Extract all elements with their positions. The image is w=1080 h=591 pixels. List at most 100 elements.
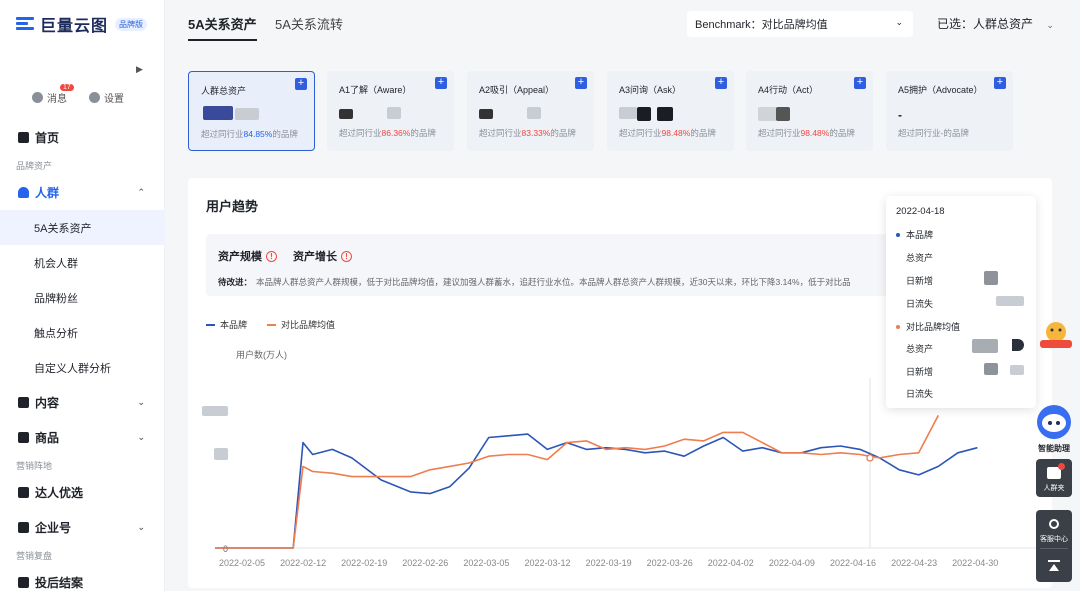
report-icon bbox=[18, 577, 29, 588]
sidebar-item[interactable]: 内容 ⌄ bbox=[0, 385, 165, 420]
sidebar-item-label: 企业号 bbox=[35, 521, 72, 535]
logo-icon bbox=[16, 16, 36, 32]
chevron-down-icon: ⌄ bbox=[895, 17, 903, 27]
side-toolbar: 客服中心 bbox=[1036, 510, 1072, 582]
chevron-down-icon: ⌄ bbox=[137, 432, 145, 442]
add-icon[interactable]: + bbox=[994, 77, 1006, 89]
tooltip-series-benchmark: 对比品牌均值 bbox=[896, 320, 960, 333]
logo-badge: 品牌版 bbox=[115, 17, 148, 31]
x-tick-label: 2022-02-05 bbox=[219, 558, 265, 568]
x-tick-label: 2022-04-23 bbox=[891, 558, 937, 568]
redacted-value bbox=[387, 107, 401, 119]
sidebar-item-label: 投后结案 bbox=[35, 576, 84, 590]
sidebar-item-label: 机会人群 bbox=[34, 257, 78, 270]
metric-card[interactable]: A1了解（Aware） + 超过同行业86.36%的品牌 bbox=[327, 71, 454, 151]
x-tick-label: 2022-03-05 bbox=[463, 558, 509, 568]
nav-group-label: 营销阵地 bbox=[0, 455, 165, 475]
card-value: - bbox=[898, 108, 902, 122]
x-tick-label: 2022-04-09 bbox=[769, 558, 815, 568]
customer-service-button[interactable]: 客服中心 bbox=[1036, 534, 1072, 544]
x-tick-label: 2022-02-19 bbox=[341, 558, 387, 568]
sidebar-item-label: 商品 bbox=[35, 431, 60, 445]
tooltip-series-brand: 本品牌 bbox=[896, 228, 933, 241]
x-tick-label: 2022-04-16 bbox=[830, 558, 876, 568]
metric-card[interactable]: 人群总资产 + 超过同行业84.85%的品牌 bbox=[188, 71, 315, 151]
sidebar-item[interactable]: 机会人群 bbox=[0, 245, 165, 280]
tab-5a-flow[interactable]: 5A关系流转 bbox=[275, 14, 343, 33]
sidebar-item-label: 5A关系资产 bbox=[34, 222, 92, 235]
add-icon[interactable]: + bbox=[854, 77, 866, 89]
x-tick-label: 2022-03-19 bbox=[586, 558, 632, 568]
double-chevron-icon: ⌄ bbox=[1046, 20, 1054, 30]
add-icon[interactable]: + bbox=[715, 77, 727, 89]
redacted-tick bbox=[202, 406, 228, 416]
metric-card[interactable]: A2吸引（Appeal） + 超过同行业83.33%的品牌 bbox=[467, 71, 594, 151]
metric-card[interactable]: A3问询（Ask） + 超过同行业98.48%的品牌 bbox=[607, 71, 734, 151]
sidebar-item[interactable]: 商品 ⌄ bbox=[0, 420, 165, 455]
sidebar-item-label: 内容 bbox=[35, 396, 60, 410]
collapse-sidebar-icon[interactable]: ▶ bbox=[136, 64, 143, 75]
gear-icon bbox=[89, 92, 100, 103]
redacted-value bbox=[527, 107, 541, 119]
messages-button[interactable]: 消息 17 bbox=[32, 84, 74, 105]
tooltip-row-lost: 日流失 bbox=[906, 299, 934, 309]
selected-crowd-dropdown[interactable]: 已选：人群总资产 ⌄ bbox=[937, 15, 1054, 32]
card-desc: 超过同行业-的品牌 bbox=[898, 128, 969, 138]
sidebar-item-label: 人群 bbox=[35, 186, 60, 200]
metric-card[interactable]: A5拥护（Advocate） + - 超过同行业-的品牌 bbox=[886, 71, 1013, 151]
x-tick-label: 2022-02-26 bbox=[402, 558, 448, 568]
series-line-benchmark bbox=[215, 415, 940, 549]
sidebar-item[interactable]: 首页 bbox=[0, 120, 165, 155]
redacted-tick bbox=[214, 448, 228, 460]
metric-card[interactable]: A4行动（Act） + 超过同行业98.48%的品牌 bbox=[746, 71, 873, 151]
sidebar: 巨量云图 品牌版 ▶ 消息 17 设置 首页 品牌资产 人群 ⌃ 5A关系资产 机会人群品… bbox=[0, 0, 165, 591]
benchmark-value: Benchmark：对比品牌均值 bbox=[695, 19, 828, 31]
crowd-pack-label: 人群夹 bbox=[1043, 485, 1065, 492]
sidebar-item[interactable]: 企业号 ⌄ bbox=[0, 510, 165, 545]
series-line-brand bbox=[215, 433, 978, 549]
tooltip-date: 2022-04-18 bbox=[896, 206, 945, 217]
tooltip-row-new: 日新增 bbox=[906, 276, 934, 286]
messages-count-badge: 17 bbox=[60, 84, 74, 91]
y-tick-label: 0 bbox=[223, 544, 228, 554]
redacted-value bbox=[758, 107, 778, 121]
sidebar-item[interactable]: 投后结案 bbox=[0, 565, 165, 591]
sidebar-nav: 首页 品牌资产 人群 ⌃ 5A关系资产 机会人群 品牌粉丝 触点分析 自定义人群分析 内容 ⌄ 商品 ⌄… bbox=[0, 120, 165, 591]
card-desc: 超过同行业84.85%的品牌 bbox=[201, 129, 298, 139]
assistant-label: 智能助理 bbox=[1038, 444, 1070, 453]
card-desc: 超过同行业83.33%的品牌 bbox=[479, 128, 576, 138]
card-desc: 超过同行业98.48%的品牌 bbox=[758, 128, 855, 138]
add-icon[interactable]: + bbox=[575, 77, 587, 89]
activity-mascot-icon[interactable] bbox=[1036, 318, 1076, 350]
tooltip-row-lost-b: 日流失 bbox=[906, 389, 934, 399]
x-tick-label: 2022-02-12 bbox=[280, 558, 326, 568]
home-icon bbox=[18, 132, 29, 143]
crowd-pack-button[interactable]: 人群夹 bbox=[1036, 459, 1072, 497]
sidebar-item[interactable]: 自定义人群分析 bbox=[0, 350, 165, 385]
add-icon[interactable]: + bbox=[435, 77, 447, 89]
sidebar-item-label: 自定义人群分析 bbox=[34, 362, 111, 375]
redacted-value bbox=[479, 109, 493, 119]
card-desc: 超过同行业86.36%的品牌 bbox=[339, 128, 436, 138]
brand-logo[interactable]: 巨量云图 品牌版 bbox=[16, 12, 148, 36]
nav-group-label: 品牌资产 bbox=[0, 155, 165, 175]
smart-assistant-button[interactable]: 智能助理 bbox=[1032, 402, 1076, 454]
sidebar-item[interactable]: 触点分析 bbox=[0, 315, 165, 350]
add-icon[interactable]: + bbox=[295, 78, 307, 90]
sidebar-item[interactable]: 5A关系资产 bbox=[0, 210, 165, 245]
chevron-down-icon: ⌄ bbox=[137, 522, 145, 532]
sidebar-item-label: 触点分析 bbox=[34, 327, 78, 340]
sidebar-item[interactable]: 达人优选 bbox=[0, 475, 165, 510]
sidebar-item[interactable]: 品牌粉丝 bbox=[0, 280, 165, 315]
settings-button[interactable]: 设置 bbox=[89, 90, 124, 105]
hover-marker bbox=[866, 454, 874, 462]
benchmark-select[interactable]: Benchmark：对比品牌均值 ⌄ bbox=[687, 11, 913, 37]
x-tick-label: 2022-03-12 bbox=[524, 558, 570, 568]
tooltip-row-new-b: 日新增 bbox=[906, 367, 934, 377]
sidebar-item-label: 品牌粉丝 bbox=[34, 292, 78, 305]
selected-crowd-label: 已选：人群总资产 bbox=[937, 17, 1034, 31]
sidebar-item[interactable]: 人群 ⌃ bbox=[0, 175, 165, 210]
tab-5a-assets[interactable]: 5A关系资产 bbox=[188, 14, 257, 41]
back-to-top-icon[interactable] bbox=[1048, 560, 1060, 562]
headset-icon bbox=[1049, 519, 1059, 529]
